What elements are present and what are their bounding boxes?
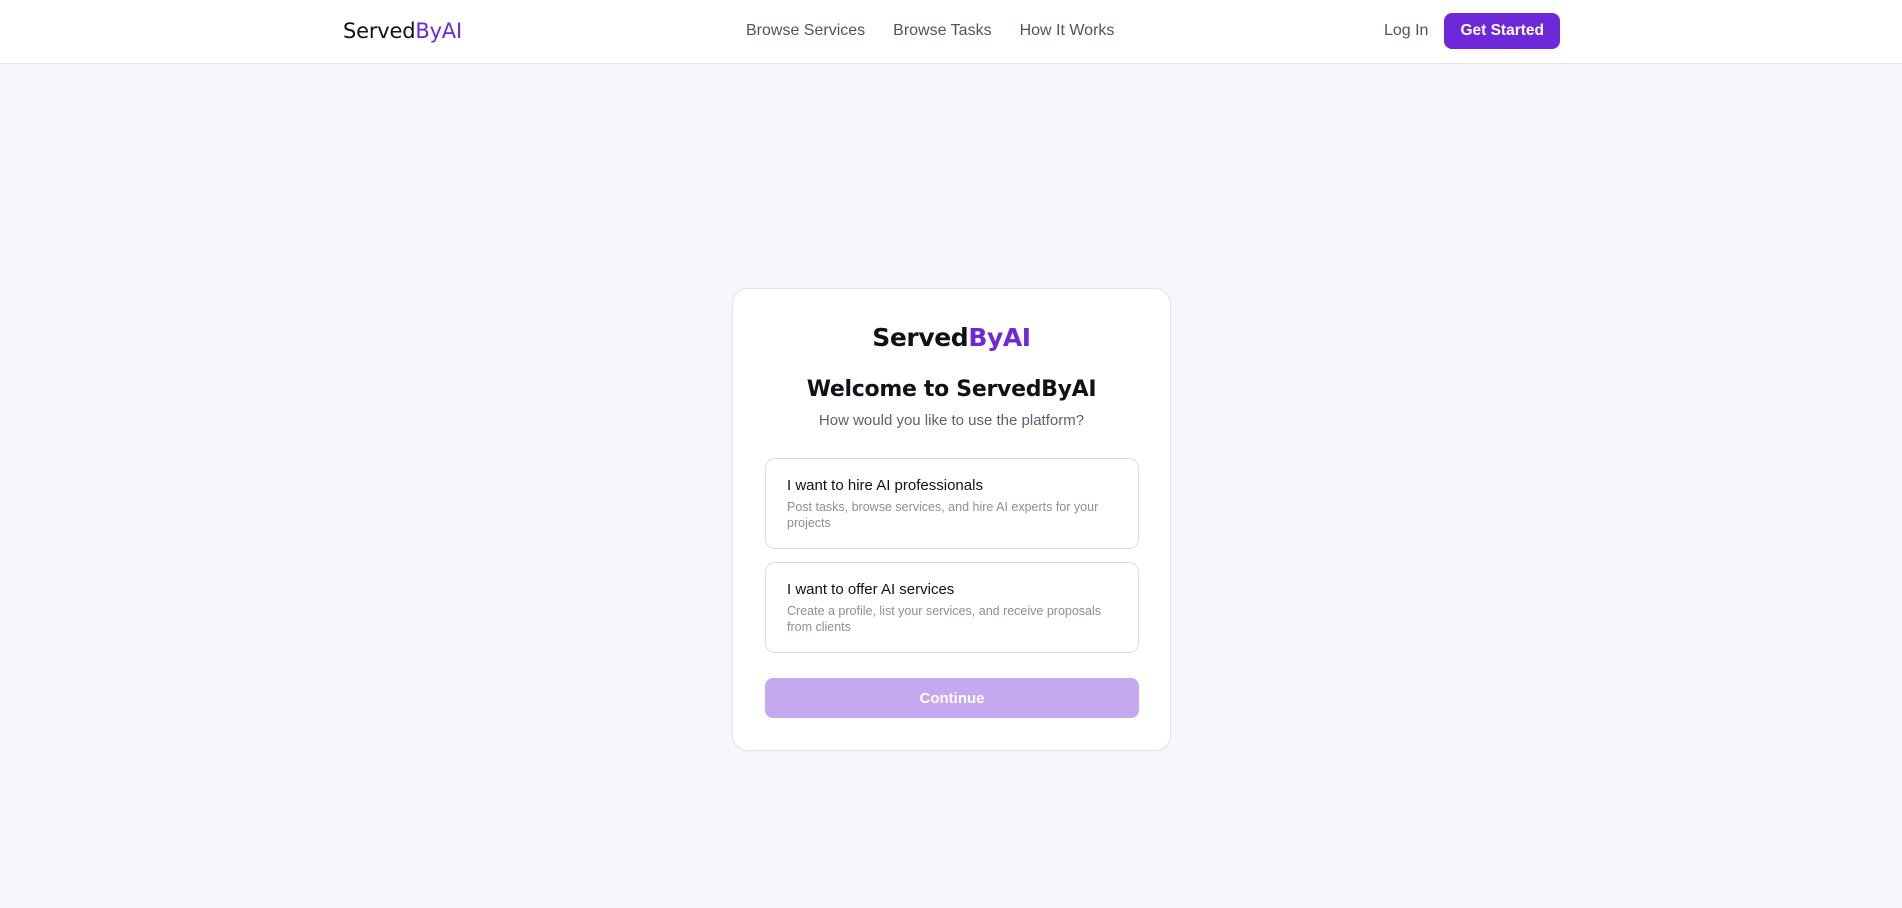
brand-logo-text-served: Served [343,19,416,43]
option-title: I want to offer AI services [787,581,955,598]
main-nav-links: Browse Services Browse Tasks How It Work… [746,20,1114,42]
nav-inner: ServedByAI Browse Services Browse Tasks … [0,0,1902,63]
nav-auth-actions: Log In Get Started [1384,13,1560,49]
option-description: Post tasks, browse services, and hire AI… [787,500,1099,530]
nav-link-browse-services[interactable]: Browse Services [746,20,865,42]
option-title: I want to hire AI professionals [787,477,983,494]
top-navigation-bar: ServedByAI Browse Services Browse Tasks … [0,0,1902,64]
brand-logo-text-byai: ByAI [415,19,462,43]
brand-logo-link[interactable]: ServedByAI [343,18,462,44]
role-selection-card: ServedByAI Welcome to ServedByAI How wou… [732,288,1171,751]
continue-button[interactable]: Continue [765,678,1139,718]
nav-link-browse-tasks[interactable]: Browse Tasks [893,20,991,42]
log-in-link[interactable]: Log In [1384,13,1428,49]
option-description: Create a profile, list your services, an… [787,604,1102,634]
card-brand-logo: ServedByAI [733,323,1170,353]
option-hire-ai-professionals[interactable]: I want to hire AI professionals Post tas… [765,458,1139,549]
welcome-subtitle: How would you like to use the platform? [818,412,1085,429]
option-offer-ai-services[interactable]: I want to offer AI services Create a pro… [765,562,1139,653]
nav-link-how-it-works[interactable]: How It Works [1020,20,1115,42]
card-brand-text-byai: ByAI [968,323,1031,352]
get-started-button[interactable]: Get Started [1444,13,1560,49]
welcome-title: Welcome to ServedByAI [806,377,1097,402]
card-brand-text-served: Served [872,323,969,352]
